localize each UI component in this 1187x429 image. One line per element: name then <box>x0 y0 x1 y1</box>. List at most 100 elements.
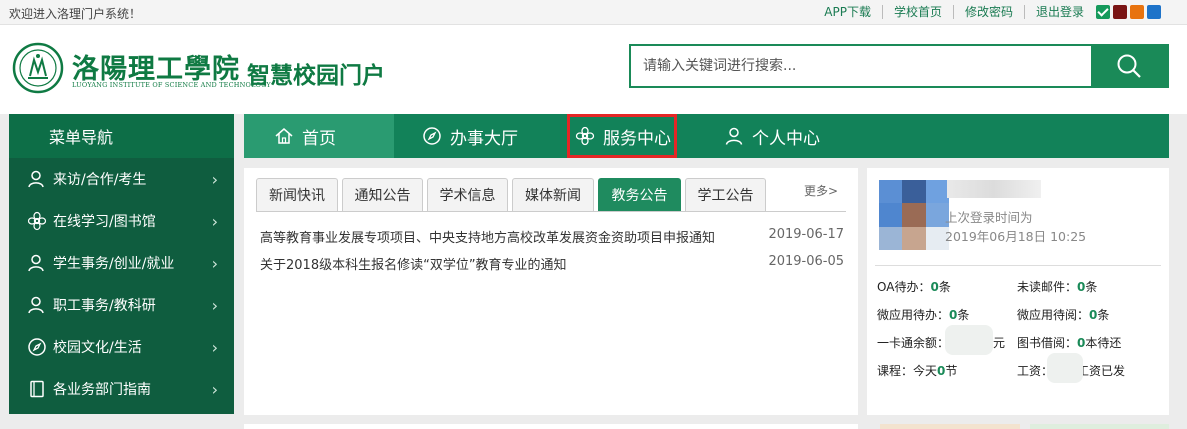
theme-red-swatch[interactable] <box>1113 5 1127 19</box>
top-bar: 欢迎进入洛理门户系统！ APP下载 学校首页 修改密码 退出登录 <box>0 0 1187 25</box>
stat-unit: 条 <box>957 308 970 322</box>
unread-mail-stat[interactable]: 未读邮件：0条 <box>1017 278 1097 295</box>
top-links: APP下载 学校首页 修改密码 退出登录 <box>813 5 1095 19</box>
stat-unit: 元 <box>993 336 1006 350</box>
micro-app-read-stat[interactable]: 微应用待阅：0条 <box>1017 306 1109 323</box>
tab-teaching-affairs[interactable]: 教务公告 <box>598 178 681 211</box>
nav-item-personal-center[interactable]: 个人中心 <box>716 114 866 158</box>
school-name-en: LUOYANG INSTITUTE OF SCIENCE AND TECHNOL… <box>72 81 271 89</box>
sidebar-item-label: 在线学习/图书馆 <box>53 214 156 230</box>
micro-app-todo-stat[interactable]: 微应用待办：0条 <box>877 306 969 323</box>
chevron-right-icon: › <box>211 212 218 231</box>
divider <box>875 265 1161 266</box>
stat-label: OA待办： <box>877 280 931 294</box>
news-date: 2019-06-17 <box>768 227 844 242</box>
nav-item-label: 服务中心 <box>603 128 671 149</box>
search-input[interactable] <box>631 46 1091 86</box>
stat-unit: 本待还 <box>1085 336 1122 350</box>
lower-panel-edge <box>880 424 1020 429</box>
school-emblem-icon <box>12 42 64 94</box>
compass-icon <box>423 127 441 145</box>
news-title[interactable]: 关于2018级本科生报名修读“双学位”教育专业的通知 <box>260 254 567 273</box>
theme-switcher <box>1096 5 1161 19</box>
library-borrow-stat[interactable]: 图书借阅：0本待还 <box>1017 334 1121 351</box>
user-panel: 上次登录时间为 2019年06月18日 10:25 OA待办：0条 未读邮件：0… <box>867 168 1169 415</box>
book-icon <box>30 380 44 398</box>
stat-label: 图书借阅： <box>1017 336 1078 350</box>
tab-media[interactable]: 媒体新闻 <box>512 178 594 211</box>
user-name-blurred <box>947 180 1041 198</box>
sidebar-item-student-affairs[interactable]: 学生事务/创业/就业 › <box>9 242 234 284</box>
person-icon <box>725 127 743 145</box>
last-login-time: 2019年06月18日 10:25 <box>945 229 1087 244</box>
sidebar-item-label: 各业务部门指南 <box>53 382 151 398</box>
nav-item-service-center[interactable]: 服务中心 <box>567 114 677 158</box>
sidebar-item-campus-life[interactable]: 校园文化/生活 › <box>9 326 234 368</box>
change-password-link[interactable]: 修改密码 <box>952 5 1024 19</box>
news-title[interactable]: 高等教育事业发展专项项目、中央支持地方高校改革发展资金资助项目申报通知 <box>260 227 715 246</box>
news-item[interactable]: 高等教育事业发展专项项目、中央支持地方高校改革发展资金资助项目申报通知 2019… <box>260 227 844 246</box>
avatar[interactable] <box>879 180 949 250</box>
nav-item-service-hall[interactable]: 办事大厅 <box>394 114 544 158</box>
compass-icon <box>28 338 46 356</box>
stat-unit: 条 <box>1097 308 1110 322</box>
chevron-right-icon: › <box>211 296 218 315</box>
portal-title: 智慧校园门户 <box>247 63 385 89</box>
search-box <box>629 44 1169 88</box>
chevron-right-icon: › <box>211 254 218 273</box>
course-stat[interactable]: 课程：今天0节 <box>877 362 957 379</box>
nav-item-label: 办事大厅 <box>450 128 518 149</box>
lower-panel-edge <box>1030 424 1169 429</box>
nav-bar: 首页 办事大厅 服务中心 个人中心 <box>244 114 1169 158</box>
chevron-right-icon: › <box>211 380 218 399</box>
flower-icon <box>27 211 47 231</box>
menu-nav-title: 菜单导航 <box>9 114 234 158</box>
sidebar-item-staff-affairs[interactable]: 职工事务/教科研 › <box>9 284 234 326</box>
flower-icon <box>575 126 595 146</box>
oa-todo-stat[interactable]: OA待办：0条 <box>877 278 951 295</box>
sidebar-item-label: 来访/合作/考生 <box>53 172 147 188</box>
last-login: 上次登录时间为 2019年06月18日 10:25 <box>945 208 1086 246</box>
sidebar-item-label: 校园文化/生活 <box>53 340 142 356</box>
user-icon <box>28 170 44 188</box>
stat-unit: 节 <box>945 364 958 378</box>
stat-label: 微应用待阅： <box>1017 308 1090 322</box>
theme-blue-swatch[interactable] <box>1147 5 1161 19</box>
stat-unit: 条 <box>1085 280 1098 294</box>
lower-panel-edge <box>244 424 858 429</box>
news-date: 2019-06-05 <box>768 254 844 269</box>
tab-academic[interactable]: 学术信息 <box>427 178 508 211</box>
tab-news[interactable]: 新闻快讯 <box>256 178 338 211</box>
main-nav: 菜单导航 首页 办事大厅 服务中心 个人中心 <box>0 114 1187 158</box>
search-button[interactable] <box>1091 46 1167 86</box>
tab-student-work[interactable]: 学工公告 <box>685 178 766 211</box>
nav-item-label: 首页 <box>302 128 336 149</box>
nav-item-home[interactable]: 首页 <box>244 114 394 158</box>
more-link[interactable]: 更多> <box>804 182 838 199</box>
news-tabs: 新闻快讯 通知公告 学术信息 媒体新闻 教务公告 学工公告 <box>256 178 766 211</box>
sidebar-item-learning[interactable]: 在线学习/图书馆 › <box>9 200 234 242</box>
sidebar-menu: 来访/合作/考生 › 在线学习/图书馆 › 学生事务/创业/就业 › 职工事务/… <box>9 158 234 414</box>
sidebar-item-department-guide[interactable]: 各业务部门指南 › <box>9 368 234 410</box>
chevron-right-icon: › <box>211 338 218 357</box>
redaction-blur <box>945 325 993 355</box>
app-download-link[interactable]: APP下载 <box>813 5 882 19</box>
news-item[interactable]: 关于2018级本科生报名修读“双学位”教育专业的通知 2019-06-05 <box>260 254 844 273</box>
stat-label: 未读邮件： <box>1017 280 1078 294</box>
tab-notices[interactable]: 通知公告 <box>342 178 423 211</box>
news-panel: 新闻快讯 通知公告 学术信息 媒体新闻 教务公告 学工公告 更多> 高等教育事业… <box>244 168 858 415</box>
stat-label: 一卡通余额： <box>877 336 950 350</box>
header: 洛陽理工學院 LUOYANG INSTITUTE OF SCIENCE AND … <box>0 25 1187 114</box>
theme-orange-swatch[interactable] <box>1130 5 1144 19</box>
logout-link[interactable]: 退出登录 <box>1023 5 1095 19</box>
last-login-label: 上次登录时间为 <box>945 210 1033 225</box>
sidebar-item-visit[interactable]: 来访/合作/考生 › <box>9 158 234 200</box>
stat-label: 课程：今天 <box>877 364 938 378</box>
theme-green-swatch[interactable] <box>1096 5 1110 19</box>
school-home-link[interactable]: 学校首页 <box>881 5 953 19</box>
user-icon <box>28 254 44 272</box>
sidebar-item-label: 学生事务/创业/就业 <box>53 256 175 272</box>
redaction-blur <box>1047 353 1083 383</box>
stat-unit: 工资已发 <box>1077 364 1126 378</box>
stat-value: 0 <box>930 280 939 294</box>
